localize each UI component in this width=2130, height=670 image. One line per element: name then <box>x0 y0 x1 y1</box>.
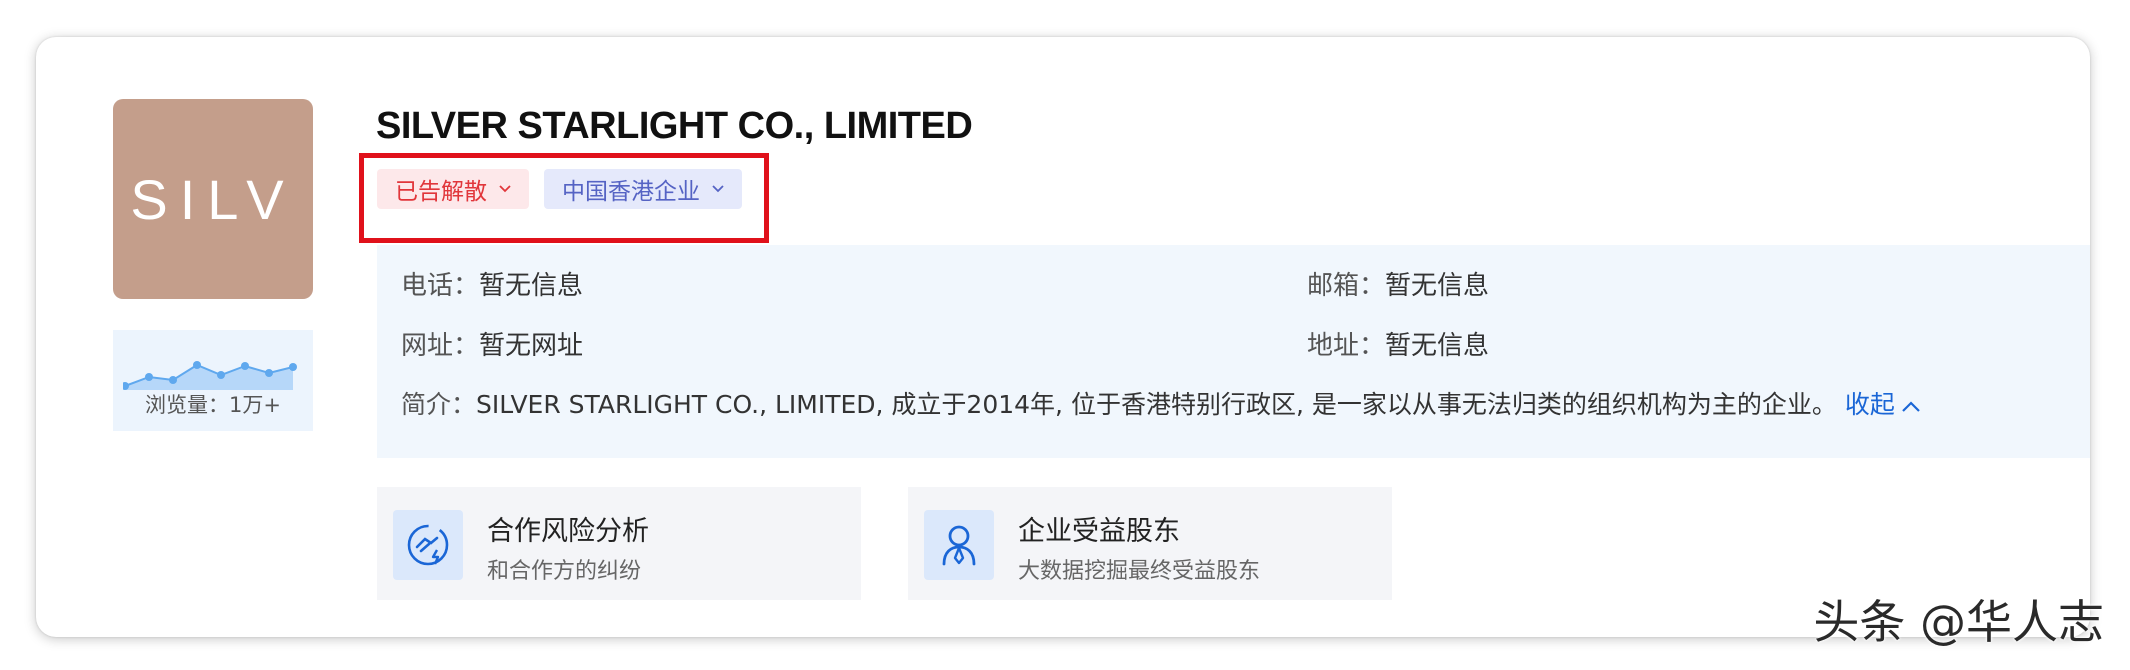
company-name: SILVER STARLIGHT CO., LIMITED <box>376 105 973 147</box>
person-tie-icon <box>924 510 994 580</box>
views-count: 浏览量：1万+ <box>145 393 281 417</box>
company-card: SILV 浏览量：1万+ SILVER STARLIGHT CO., LIMIT… <box>36 37 2090 637</box>
views-widget: 浏览量：1万+ <box>113 330 313 431</box>
phone-row: 电话：暂无信息 <box>401 265 583 302</box>
feature-title: 企业受益股东 <box>1018 516 1180 547</box>
website-value: 暂无网址 <box>479 331 584 361</box>
chevron-up-icon <box>1902 400 1920 412</box>
website-row: 网址：暂无网址 <box>401 325 583 362</box>
company-logo: SILV <box>113 99 313 299</box>
feature-beneficial-owners[interactable]: 企业受益股东 大数据挖掘最终受益股东 <box>908 487 1392 600</box>
intro-value: SILVER STARLIGHT CO., LIMITED, 成立于2014年,… <box>476 390 1837 419</box>
email-label: 邮箱： <box>1307 271 1386 301</box>
email-row: 邮箱：暂无信息 <box>1307 265 1489 302</box>
views-sparkline <box>123 361 297 390</box>
website-label: 网址： <box>401 331 480 361</box>
logo-text: SILV <box>130 167 296 231</box>
phone-label: 电话： <box>401 271 480 301</box>
address-value: 暂无信息 <box>1385 331 1490 361</box>
watermark: 头条 @华人志 <box>1813 595 2104 649</box>
phone-value: 暂无信息 <box>479 271 584 301</box>
email-value: 暂无信息 <box>1385 271 1490 301</box>
handshake-lightning-icon <box>393 510 463 580</box>
address-label: 地址： <box>1307 331 1386 361</box>
address-row: 地址：暂无信息 <box>1307 325 1489 362</box>
feature-subtitle: 大数据挖掘最终受益股东 <box>1018 559 1261 584</box>
intro-row: 简介：SILVER STARLIGHT CO., LIMITED, 成立于201… <box>401 385 1921 421</box>
collapse-link[interactable]: 收起 <box>1845 390 1921 419</box>
feature-title: 合作风险分析 <box>487 516 649 547</box>
intro-label: 简介： <box>401 390 477 419</box>
feature-subtitle: 和合作方的纠纷 <box>487 559 642 584</box>
feature-cooperation-risk[interactable]: 合作风险分析 和合作方的纠纷 <box>377 487 861 600</box>
highlight-box <box>359 153 769 243</box>
company-info-panel: 电话：暂无信息 邮箱：暂无信息 网址：暂无网址 地址：暂无信息 简介：SILVE… <box>377 245 2090 458</box>
collapse-label: 收起 <box>1844 390 1895 419</box>
